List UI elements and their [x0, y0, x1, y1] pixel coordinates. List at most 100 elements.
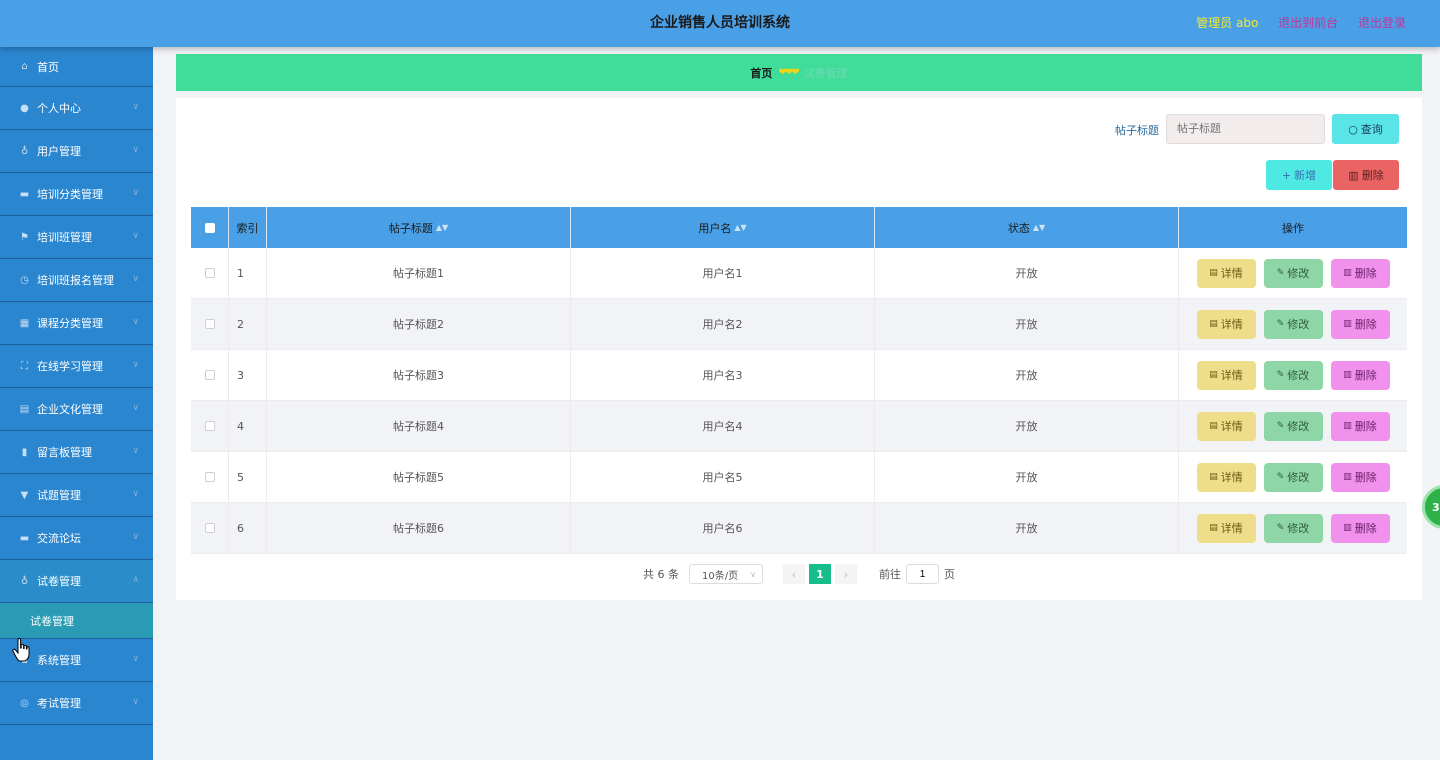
- select-all-checkbox[interactable]: [204, 222, 215, 233]
- header-title-label: 帖子标题: [388, 221, 433, 235]
- sidebar-item[interactable]: ▮ 留言板管理 ∨: [0, 431, 153, 474]
- sidebar-item[interactable]: ◎ 考试管理 ∨: [0, 682, 153, 725]
- row-checkbox-cell: [191, 248, 229, 298]
- logout-link[interactable]: 退出登录: [1358, 16, 1406, 30]
- sidebar-item[interactable]: ⚑ 培训班管理 ∨: [0, 216, 153, 259]
- delete-label: 删除: [1354, 420, 1377, 433]
- detail-label: 详情: [1220, 267, 1243, 280]
- header-user[interactable]: 用户名 ▲▼: [571, 207, 875, 248]
- detail-label: 详情: [1220, 522, 1243, 535]
- add-button[interactable]: + 新增: [1266, 160, 1332, 190]
- document-icon: ▤: [1209, 472, 1218, 482]
- row-checkbox[interactable]: [204, 370, 215, 380]
- fullscreen-icon: ⛶: [21, 360, 28, 372]
- cell-title-value: 帖子标题5: [393, 471, 444, 484]
- cell-user-value: 用户名4: [702, 420, 743, 433]
- sort-icon[interactable]: ▲▼: [734, 223, 746, 232]
- delete-button[interactable]: ▥ 删除: [1330, 360, 1390, 390]
- page-number-current[interactable]: 1: [809, 564, 831, 584]
- sort-icon[interactable]: ▲▼: [1033, 223, 1045, 232]
- detail-button[interactable]: ▤ 详情: [1196, 309, 1256, 339]
- table-row: 4 帖子标题4 用户名4 开放 ▤ 详情 ✎ 修改 ▥ 删除: [191, 401, 1407, 452]
- header-status[interactable]: 状态 ▲▼: [875, 207, 1179, 248]
- page-size-value: 10条/页: [702, 570, 739, 582]
- document-icon: ▤: [1209, 268, 1218, 278]
- row-checkbox[interactable]: [204, 268, 215, 278]
- sidebar-item[interactable]: ▦ 课程分类管理 ∨: [0, 302, 153, 345]
- delete-button[interactable]: ▥ 删除: [1330, 411, 1390, 441]
- breadcrumb-home[interactable]: 首页: [750, 65, 772, 81]
- sidebar-item-label: 企业文化管理: [37, 403, 103, 416]
- sidebar-item[interactable]: ● 个人中心 ∨: [0, 87, 153, 130]
- cell-index-value: 1: [237, 266, 244, 280]
- edit-label: 修改: [1287, 471, 1310, 484]
- sidebar-item[interactable]: ⛶ 在线学习管理 ∨: [0, 345, 153, 388]
- sidebar-item[interactable]: ▬ 培训分类管理 ∨: [0, 173, 153, 216]
- cell-user: 用户名6: [571, 503, 875, 553]
- edit-button[interactable]: ✎ 修改: [1263, 411, 1323, 441]
- floating-badge[interactable]: 30: [1422, 485, 1440, 529]
- detail-button[interactable]: ▤ 详情: [1196, 360, 1256, 390]
- row-checkbox-cell: [191, 452, 229, 502]
- detail-button[interactable]: ▤ 详情: [1196, 258, 1256, 288]
- cell-index: 4: [229, 401, 267, 451]
- chevron-down-icon: ∨: [132, 532, 139, 542]
- sidebar-submenu-item[interactable]: 试卷管理: [0, 603, 153, 639]
- edit-button[interactable]: ✎ 修改: [1263, 513, 1323, 543]
- trophy-icon: ▼: [20, 489, 29, 501]
- row-checkbox[interactable]: [204, 472, 215, 482]
- cell-user-value: 用户名2: [702, 318, 743, 331]
- delete-button[interactable]: ▥ 删除: [1330, 513, 1390, 543]
- admin-name: 管理员 abo: [1196, 16, 1259, 30]
- sidebar-item[interactable]: ⌂ 首页: [0, 47, 153, 87]
- header-title[interactable]: 帖子标题 ▲▼: [267, 207, 571, 248]
- chevron-down-icon: ∨: [132, 697, 139, 707]
- edit-button[interactable]: ✎ 修改: [1263, 360, 1323, 390]
- edit-button[interactable]: ✎ 修改: [1263, 462, 1323, 492]
- sidebar-item[interactable]: ♁ 试卷管理 ∧: [0, 560, 153, 603]
- table-body: 1 帖子标题1 用户名1 开放 ▤ 详情 ✎ 修改 ▥ 删除 2 帖子标题2 用户名2 开放 ▤ 详情 ✎ 修改 ▥…: [191, 248, 1407, 554]
- delete-label: 删除: [1354, 267, 1377, 280]
- grid-icon: ▦: [19, 317, 30, 329]
- pencil-icon: ✎: [1276, 421, 1285, 431]
- sidebar-item[interactable]: ▼ 试题管理 ∨: [0, 474, 153, 517]
- cell-status-value: 开放: [1015, 369, 1038, 382]
- prev-page-button[interactable]: ‹: [783, 564, 805, 584]
- query-button[interactable]: ○ 查询: [1332, 114, 1399, 144]
- cell-index-value: 2: [237, 317, 244, 331]
- delete-label: 删除: [1354, 471, 1377, 484]
- sidebar-item[interactable]: ▤ 企业文化管理 ∨: [0, 388, 153, 431]
- goto-page-input[interactable]: [906, 564, 939, 584]
- delete-button[interactable]: ▥ 删除: [1330, 309, 1390, 339]
- row-checkbox[interactable]: [204, 523, 215, 533]
- row-checkbox[interactable]: [204, 421, 215, 431]
- next-page-button[interactable]: ›: [835, 564, 857, 584]
- cell-status: 开放: [875, 401, 1179, 451]
- header-actions: 管理员 abo 退出到前台 退出登录: [1180, 0, 1406, 47]
- edit-button[interactable]: ✎ 修改: [1263, 309, 1323, 339]
- detail-button[interactable]: ▤ 详情: [1196, 513, 1256, 543]
- cell-user: 用户名3: [571, 350, 875, 400]
- detail-button[interactable]: ▤ 详情: [1196, 411, 1256, 441]
- edit-button[interactable]: ✎ 修改: [1263, 258, 1323, 288]
- cell-title-value: 帖子标题6: [393, 522, 444, 535]
- exit-to-front-link[interactable]: 退出到前台: [1278, 16, 1338, 30]
- sort-icon[interactable]: ▲▼: [436, 223, 448, 232]
- sidebar-item[interactable]: ♁ 用户管理 ∨: [0, 130, 153, 173]
- delete-button[interactable]: ▥ 删除: [1330, 462, 1390, 492]
- globe-icon: ◎: [20, 697, 29, 709]
- search-input[interactable]: [1166, 114, 1325, 144]
- table-row: 3 帖子标题3 用户名3 开放 ▤ 详情 ✎ 修改 ▥ 删除: [191, 350, 1407, 401]
- row-checkbox[interactable]: [204, 319, 215, 329]
- delete-button[interactable]: ▥ 删除: [1330, 258, 1390, 288]
- batch-delete-button[interactable]: ▥ 删除: [1333, 160, 1399, 190]
- cell-status: 开放: [875, 503, 1179, 553]
- breadcrumb-current: 试卷管理: [803, 66, 848, 80]
- sidebar-item[interactable]: ◷ 培训班报名管理 ∨: [0, 259, 153, 302]
- edit-label: 修改: [1287, 318, 1310, 331]
- detail-button[interactable]: ▤ 详情: [1196, 462, 1256, 492]
- sidebar-item[interactable]: ▬ 交流论坛 ∨: [0, 517, 153, 560]
- header-select-all-cell: [191, 207, 229, 248]
- cell-ops: ▤ 详情 ✎ 修改 ▥ 删除: [1179, 503, 1407, 553]
- page-size-select[interactable]: 10条/页 ∨: [689, 564, 763, 584]
